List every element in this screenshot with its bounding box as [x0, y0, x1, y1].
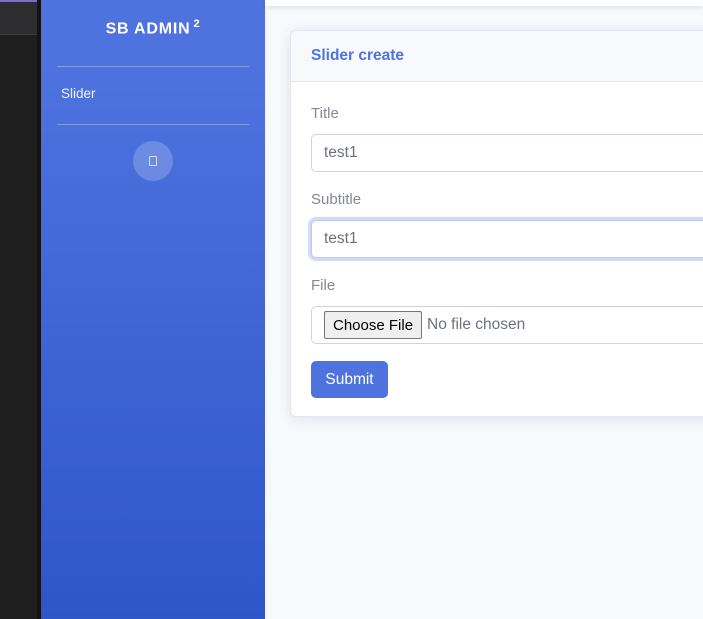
- choose-file-button[interactable]: Choose File: [324, 311, 423, 339]
- topbar: [265, 0, 703, 6]
- brand-text: SB ADMIN: [105, 20, 191, 38]
- chevron-left-icon: [149, 156, 157, 166]
- subtitle-input[interactable]: [311, 220, 703, 258]
- sidebar-toggle-button[interactable]: [133, 141, 173, 181]
- submit-button[interactable]: Submit: [311, 361, 388, 398]
- title-label: Title: [311, 105, 339, 122]
- file-status: No file chosen: [427, 316, 526, 333]
- slider-create-card: Slider create Title Subtitle File Choose…: [290, 30, 703, 417]
- file-label: File: [311, 277, 336, 294]
- subtitle-label: Subtitle: [311, 191, 362, 208]
- sidebar-brand[interactable]: SB ADMIN 2: [41, 18, 265, 38]
- sidebar: SB ADMIN 2 Slider: [41, 0, 265, 619]
- editor-side-panel: [0, 0, 41, 619]
- file-input[interactable]: Choose File No file chosen: [311, 306, 703, 344]
- sidebar-item-slider[interactable]: Slider: [61, 86, 96, 101]
- brand-sup: 2: [193, 18, 201, 30]
- sidebar-divider: [57, 124, 249, 125]
- title-input[interactable]: [311, 134, 703, 172]
- editor-panel-accent: [0, 0, 37, 2]
- editor-panel-header: [0, 0, 37, 35]
- card-title: Slider create: [311, 47, 405, 64]
- card-header: Slider create: [291, 31, 703, 82]
- sidebar-divider: [57, 66, 249, 67]
